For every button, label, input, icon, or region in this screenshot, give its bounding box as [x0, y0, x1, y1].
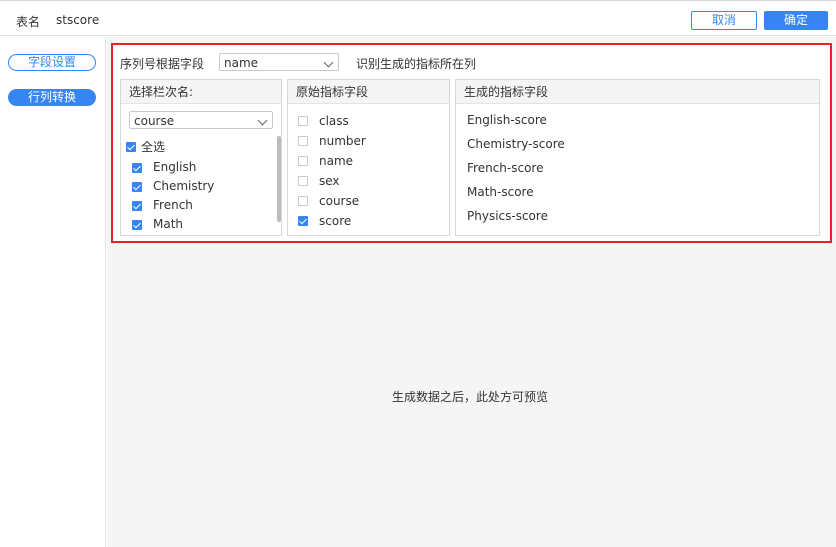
confirm-button[interactable]: 确定 — [764, 11, 828, 30]
checkbox-icon — [132, 181, 142, 192]
field-item[interactable]: score — [298, 210, 366, 230]
checkbox-icon — [298, 155, 308, 166]
main-content: 序列号根据字段 name 识别生成的指标所在列 选择栏次名: course 全选… — [107, 37, 836, 547]
field-settings-button[interactable]: 字段设置 — [8, 54, 96, 71]
serial-field-label: 序列号根据字段 — [120, 57, 205, 71]
course-item-label: English — [153, 160, 197, 174]
course-item[interactable]: Math — [132, 215, 214, 234]
course-item[interactable]: French — [132, 196, 214, 215]
course-item-label: French — [153, 198, 193, 212]
column-name-header: 选择栏次名: — [121, 80, 281, 104]
generated-fields-pane: 生成的指标字段 English-score Chemistry-score Fr… — [455, 79, 820, 236]
generated-fields-header: 生成的指标字段 — [456, 80, 819, 104]
field-item-label: name — [319, 153, 354, 168]
chevron-down-icon — [257, 115, 268, 126]
checkbox-icon — [126, 141, 136, 152]
field-item-label: sex — [319, 173, 340, 188]
row-column-transform-button[interactable]: 行列转换 — [8, 89, 96, 106]
cancel-button[interactable]: 取消 — [691, 11, 757, 30]
course-item-label: Math — [153, 217, 184, 231]
checkbox-icon — [298, 135, 308, 146]
field-item[interactable]: name — [298, 150, 366, 170]
generated-field-item: English-score — [467, 113, 547, 127]
field-item-label: number — [319, 133, 366, 148]
preview-placeholder: 生成数据之后，此处方可预览 — [392, 390, 549, 404]
course-list-scrollbar[interactable] — [277, 136, 281, 222]
field-item[interactable]: number — [298, 130, 366, 150]
column-name-select[interactable]: course — [129, 111, 273, 129]
serial-field-select[interactable]: name — [219, 53, 339, 71]
serial-field-value: name — [224, 56, 259, 70]
course-list: English Chemistry French Math — [132, 158, 214, 234]
field-item-label: class — [319, 113, 349, 128]
sidebar: 字段设置 行列转换 — [0, 37, 106, 547]
column-name-value: course — [134, 114, 175, 128]
field-item[interactable]: sex — [298, 170, 366, 190]
generated-field-item: French-score — [467, 161, 544, 175]
dialog-header: 表名 stscore 取消 确定 — [0, 0, 836, 36]
generated-field-item: Physics-score — [467, 209, 548, 223]
select-all-checkbox[interactable]: 全选 — [126, 138, 165, 155]
checkbox-icon — [132, 200, 142, 211]
column-name-pane: 选择栏次名: course 全选 English Chemistry Frenc… — [120, 79, 282, 236]
original-fields-pane: 原始指标字段 class number name sex course scor… — [287, 79, 450, 236]
field-item-label: course — [319, 193, 360, 208]
checkbox-icon — [298, 175, 308, 186]
original-fields-header: 原始指标字段 — [288, 80, 449, 104]
select-all-label: 全选 — [141, 140, 166, 154]
generated-field-list: English-score Chemistry-score French-sco… — [467, 110, 565, 230]
chevron-down-icon — [323, 57, 334, 68]
checkbox-icon — [298, 195, 308, 206]
field-item[interactable]: class — [298, 110, 366, 130]
generated-field-item: Math-score — [467, 185, 534, 199]
generated-field-item: Chemistry-score — [467, 137, 565, 151]
table-name-label: 表名 — [16, 15, 41, 29]
table-name-value: stscore — [56, 13, 100, 27]
course-item[interactable]: English — [132, 158, 214, 177]
course-item[interactable]: Chemistry — [132, 177, 214, 196]
checkbox-icon — [132, 162, 142, 173]
field-item-label: score — [319, 213, 352, 228]
checkbox-icon — [132, 219, 142, 230]
checkbox-icon — [298, 215, 308, 226]
course-item-label: Chemistry — [153, 179, 215, 193]
checkbox-icon — [298, 115, 308, 126]
transform-config-panel: 序列号根据字段 name 识别生成的指标所在列 选择栏次名: course 全选… — [111, 43, 832, 243]
original-field-list: class number name sex course score — [298, 110, 366, 230]
field-item[interactable]: course — [298, 190, 366, 210]
hint-text: 识别生成的指标所在列 — [356, 57, 477, 71]
